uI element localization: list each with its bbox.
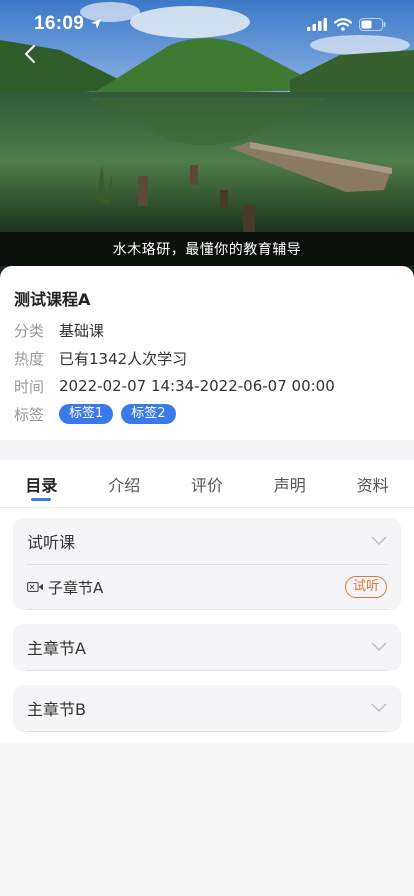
info-row-time: 时间 2022-02-07 14:34-2022-06-07 00:00 [14, 372, 400, 400]
tab-reviews[interactable]: 评价 [166, 460, 249, 507]
page-footer-area [0, 742, 414, 896]
cover-caption: 水木珞研，最懂你的教育辅导 [112, 242, 302, 258]
lesson-item[interactable]: 子章节A 试听 [27, 565, 387, 610]
info-label: 标签 [14, 405, 45, 424]
back-button[interactable] [18, 42, 42, 66]
status-time: 16:09 [34, 13, 102, 35]
chapter-title: 试听课 [27, 533, 76, 552]
chapter-header[interactable]: 主章节B [27, 685, 387, 732]
tab-catalog[interactable]: 目录 [0, 460, 83, 507]
tag-chip[interactable]: 标签2 [121, 404, 176, 424]
tab-intro[interactable]: 介绍 [83, 460, 166, 507]
catalog-list: 试听课 子章节A 试听 主章节A 主章节B [0, 508, 414, 742]
chapter-header[interactable]: 试听课 [27, 518, 387, 565]
course-cover: 16:09 水木珞研，最懂你的教育辅导 [0, 0, 414, 280]
chapter-section: 主章节B [13, 685, 401, 732]
chevron-down-icon [371, 703, 387, 712]
wifi-icon [334, 17, 352, 31]
battery-icon [359, 17, 386, 31]
info-label: 时间 [14, 377, 45, 396]
tab-label: 评价 [190, 475, 223, 495]
status-bar: 16:09 [0, 0, 414, 48]
tag-chip[interactable]: 标签1 [59, 404, 114, 424]
course-info-card: 测试课程A 分类 基础课 热度 已有1342人次学习 时间 2022-02-07… [0, 266, 414, 440]
tab-materials[interactable]: 资料 [331, 460, 414, 507]
course-title: 测试课程A [14, 290, 91, 309]
tab-statement[interactable]: 声明 [248, 460, 331, 507]
chevron-left-icon [25, 45, 35, 63]
chapter-title: 主章节A [27, 639, 86, 658]
chapter-section: 主章节A [13, 624, 401, 671]
trial-badge: 试听 [344, 576, 387, 598]
info-label: 分类 [14, 321, 45, 340]
chapter-header[interactable]: 主章节A [27, 624, 387, 671]
chapter-section: 试听课 子章节A 试听 [13, 518, 401, 610]
info-label: 热度 [14, 349, 45, 368]
info-row-category: 分类 基础课 [14, 316, 400, 344]
info-value: 基础课 [59, 321, 105, 340]
tab-label: 介绍 [108, 475, 141, 495]
video-icon [27, 581, 44, 593]
course-tabs: 目录 介绍 评价 声明 资料 [0, 460, 414, 508]
tab-label: 声明 [273, 475, 306, 495]
chapter-title: 主章节B [27, 700, 86, 719]
location-arrow-icon [91, 19, 102, 29]
tab-label: 目录 [25, 475, 58, 495]
cover-caption-bar: 水木珞研，最懂你的教育辅导 [0, 232, 414, 266]
chevron-down-icon [371, 642, 387, 651]
chevron-down-icon [371, 536, 387, 545]
info-value: 2022-02-07 14:34-2022-06-07 00:00 [59, 377, 335, 395]
signal-icon [307, 17, 327, 31]
tab-active-indicator [31, 498, 52, 501]
tag-list: 标签1 标签2 [59, 404, 176, 424]
tab-label: 资料 [356, 475, 389, 495]
lesson-title: 子章节A [48, 578, 104, 597]
info-value: 已有1342人次学习 [59, 349, 188, 368]
info-row-popularity: 热度 已有1342人次学习 [14, 344, 400, 372]
info-row-tags: 标签 标签1 标签2 [14, 400, 400, 428]
